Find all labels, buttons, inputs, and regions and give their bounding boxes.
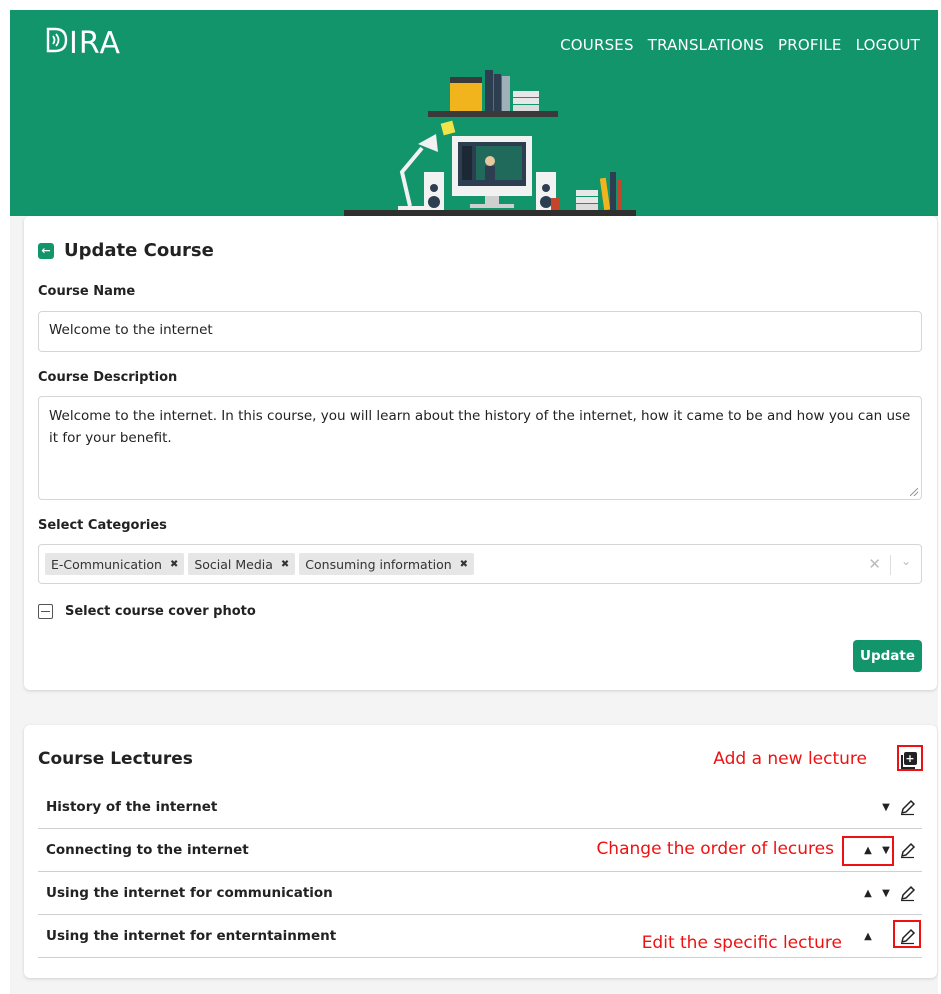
header: IRA COURSES TRANSLATIONS PROFILE LOGOUT xyxy=(10,10,938,226)
course-name-input[interactable]: Welcome to the internet xyxy=(38,311,922,352)
logo-mark-icon xyxy=(46,26,68,61)
page-title: Update Course xyxy=(64,240,214,261)
update-button[interactable]: Update xyxy=(852,640,922,672)
app-logo[interactable]: IRA xyxy=(46,26,121,61)
categories-select[interactable]: E-Communication ✖ Social Media ✖ Consumi… xyxy=(38,544,922,584)
course-lectures-card: Course Lectures Add a new lecture + Hist… xyxy=(24,725,937,978)
back-arrow-icon[interactable]: ← xyxy=(38,242,54,259)
category-chip-label: Consuming information xyxy=(305,556,452,572)
cover-photo-label: Select course cover photo xyxy=(65,604,256,619)
course-name-label: Course Name xyxy=(38,284,136,299)
lecture-row: Using the internet for enterntainment Ed… xyxy=(38,915,922,958)
annotation-change-order: Change the order of lecures xyxy=(596,839,834,859)
chip-remove-icon[interactable]: ✖ xyxy=(281,559,289,570)
cover-photo-picker[interactable]: Select course cover photo xyxy=(38,604,256,619)
clear-all-icon[interactable]: ✕ xyxy=(868,555,881,573)
nav-translations[interactable]: TRANSLATIONS xyxy=(648,36,764,54)
category-chip-label: Social Media xyxy=(194,556,273,572)
course-description-textarea[interactable]: Welcome to the internet. In this course,… xyxy=(38,396,922,500)
move-down-icon[interactable]: ▼ xyxy=(880,888,892,899)
lecture-name[interactable]: Using the internet for communication xyxy=(46,885,333,901)
category-chip: Consuming information ✖ xyxy=(299,553,475,575)
select-separator xyxy=(890,555,891,575)
chip-remove-icon[interactable]: ✖ xyxy=(170,559,178,570)
image-icon xyxy=(38,604,53,619)
update-course-card: ← Update Course Course Name Welcome to t… xyxy=(24,216,937,690)
lecture-name[interactable]: Using the internet for enterntainment xyxy=(46,928,336,944)
desk-illustration xyxy=(344,70,636,226)
chevron-down-icon[interactable]: ⌄ xyxy=(901,554,911,568)
annotation-edit-lecture: Edit the specific lecture xyxy=(641,933,842,953)
lecture-name[interactable]: History of the internet xyxy=(46,799,217,815)
update-course-heading: ← Update Course xyxy=(38,240,214,261)
nav-logout[interactable]: LOGOUT xyxy=(856,36,920,54)
lecture-row: Connecting to the internet Change the or… xyxy=(38,829,922,872)
edit-icon[interactable] xyxy=(898,842,916,860)
course-description-text: Welcome to the internet. In this course,… xyxy=(49,408,911,446)
category-chip: E-Communication ✖ xyxy=(45,553,185,575)
lecture-row: History of the internet ▼ xyxy=(38,786,922,829)
move-up-icon[interactable]: ▲ xyxy=(862,931,874,942)
nav-profile[interactable]: PROFILE xyxy=(778,36,842,54)
edit-icon[interactable] xyxy=(898,885,916,903)
move-down-icon[interactable]: ▼ xyxy=(880,802,892,813)
textarea-resize-handle[interactable] xyxy=(910,488,918,496)
move-up-icon[interactable]: ▲ xyxy=(862,888,874,899)
category-chip-label: E-Communication xyxy=(51,556,162,572)
add-lecture-icon[interactable]: + xyxy=(900,751,917,769)
lecture-list: History of the internet ▼ Connecting to … xyxy=(38,786,922,958)
lecture-row: Using the internet for communication ▲ ▼ xyxy=(38,872,922,915)
edit-icon[interactable] xyxy=(898,799,916,817)
category-chip: Social Media ✖ xyxy=(188,553,296,575)
order-controls-highlight xyxy=(842,836,894,866)
chip-remove-icon[interactable]: ✖ xyxy=(460,559,468,570)
lecture-name[interactable]: Connecting to the internet xyxy=(46,842,249,858)
add-lecture-highlight: + xyxy=(897,745,923,771)
course-description-label: Course Description xyxy=(38,370,178,385)
annotation-add-lecture: Add a new lecture xyxy=(713,749,867,769)
categories-label: Select Categories xyxy=(38,518,167,533)
logo-text: IRA xyxy=(69,26,121,61)
edit-lecture-highlight xyxy=(893,920,921,948)
category-chips: E-Communication ✖ Social Media ✖ Consumi… xyxy=(45,553,475,575)
lectures-title: Course Lectures xyxy=(38,749,193,769)
lecture-controls: ▲ ▼ xyxy=(862,872,916,915)
lecture-controls: ▼ xyxy=(880,786,916,829)
